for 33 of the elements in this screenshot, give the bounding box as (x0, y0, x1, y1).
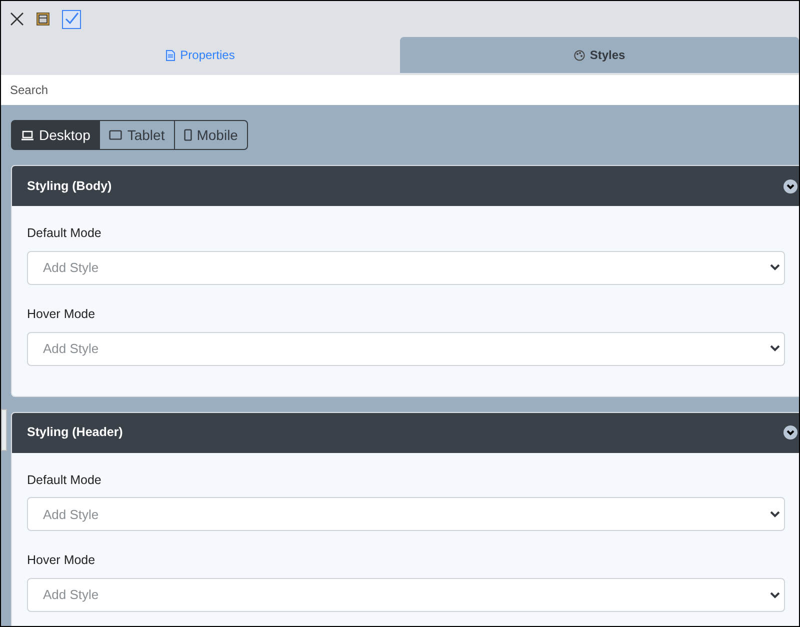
caret-icon (770, 592, 780, 598)
panel-header[interactable]: Styling (Body) (12, 166, 799, 206)
checkbox-icon[interactable] (62, 10, 81, 28)
device-button[interactable]: Desktop (11, 120, 100, 150)
style-dropdown[interactable]: Add Style (27, 497, 785, 532)
style-dropdown[interactable]: Add Style (27, 250, 785, 285)
device-button[interactable]: Tablet (99, 120, 175, 150)
tab[interactable]: Styles (400, 37, 799, 73)
palette-icon (574, 50, 585, 60)
device-button[interactable]: Mobile (174, 120, 248, 150)
search-field[interactable]: Search (1, 75, 799, 105)
laptop-icon (21, 130, 34, 140)
panel-title: Styling (Header) (27, 424, 124, 442)
close-icon[interactable] (10, 12, 24, 26)
field-label: Default Mode (27, 472, 102, 488)
document-icon (166, 50, 176, 60)
chevron-icon[interactable] (783, 178, 798, 194)
field-label: Default Mode (27, 225, 102, 242)
panel-title: Styling (Body) (27, 178, 113, 195)
caret-icon (770, 264, 780, 272)
style-dropdown[interactable]: Add Style (27, 578, 785, 612)
panel-header[interactable]: Styling (Header) (12, 412, 799, 452)
chevron-icon[interactable] (783, 425, 798, 440)
window-icon[interactable] (36, 12, 50, 26)
resize-handle[interactable] (1, 409, 7, 451)
caret-icon (770, 345, 780, 352)
phone-icon (184, 129, 192, 141)
field-label: Hover Mode (27, 306, 96, 323)
caret-icon (770, 510, 780, 518)
tab[interactable]: Properties (1, 37, 400, 73)
field-label: Hover Mode (27, 552, 96, 570)
style-dropdown[interactable]: Add Style (27, 332, 785, 366)
tablet-icon (109, 130, 122, 140)
